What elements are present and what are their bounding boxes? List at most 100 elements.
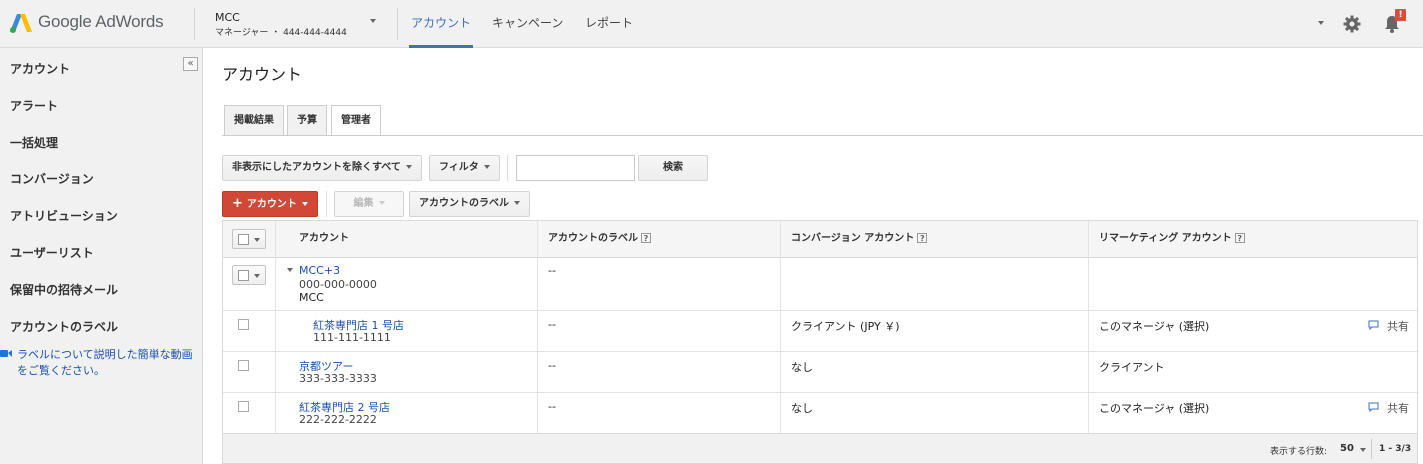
chevron-down-icon[interactable] xyxy=(1318,21,1324,25)
column-divider xyxy=(275,221,276,433)
account-label-value: -- xyxy=(548,400,556,413)
column-divider xyxy=(537,221,538,433)
tab-campaigns[interactable]: キャンペーン xyxy=(490,14,565,48)
chevron-down-icon[interactable] xyxy=(1360,448,1366,452)
page-title: アカウント xyxy=(222,65,303,84)
column-divider xyxy=(1088,221,1089,433)
account-name-link[interactable]: MCC+3 xyxy=(299,264,340,277)
conversion-account-value: なし xyxy=(791,361,813,374)
conversion-account-value: クライアント (JPY ￥) xyxy=(791,320,900,333)
toolbar-divider xyxy=(507,155,508,181)
remarketing-account-value: このマネージャ (選択) xyxy=(1099,320,1210,333)
table-footer: 表示する行数: 50 1 - 3/3 xyxy=(222,434,1418,464)
conversion-account-value: なし xyxy=(791,402,813,415)
account-labels-dropdown[interactable]: アカウントのラベル xyxy=(409,191,530,217)
product-name[interactable]: Google AdWords xyxy=(38,12,164,32)
plus-icon: + xyxy=(232,196,243,211)
account-subtitle[interactable]: マネージャー ・ 444-444-4444 xyxy=(215,25,347,38)
tab-reports[interactable]: レポート xyxy=(583,14,635,48)
footer-divider xyxy=(1371,439,1372,459)
video-camera-icon xyxy=(0,350,12,357)
table-header: アカウント アカウントのラベル? コンバージョン アカウント? リマーケティング… xyxy=(223,221,1417,258)
row-checkbox[interactable] xyxy=(238,319,249,330)
sidebar-item-bulk-operations[interactable]: 一括処理 xyxy=(10,134,58,151)
row-select-checkbox[interactable] xyxy=(232,265,266,285)
accounts-table: アカウント アカウントのラベル? コンバージョン アカウント? リマーケティング… xyxy=(222,220,1418,434)
filter-label: フィルタ xyxy=(439,162,479,173)
column-header-account[interactable]: アカウント xyxy=(299,229,349,244)
account-id: 111-111-1111 xyxy=(313,331,391,344)
comment-icon[interactable] xyxy=(1368,402,1379,412)
chevron-down-icon xyxy=(301,202,308,206)
account-label-value: -- xyxy=(548,264,556,277)
adwords-logo-icon[interactable] xyxy=(10,12,32,34)
account-labels-label: アカウントのラベル xyxy=(419,198,509,209)
help-icon[interactable]: ? xyxy=(641,233,651,243)
hidden-accounts-filter-dropdown[interactable]: 非表示にしたアカウントを除くすべて xyxy=(222,155,422,181)
row-divider xyxy=(223,351,1417,352)
column-header-account-labels[interactable]: アカウントのラベル? xyxy=(548,229,651,244)
subtab-performance[interactable]: 掲載結果 xyxy=(224,105,284,135)
video-help-link-text[interactable]: ラベルについて説明した簡単な動画をご覧ください。 xyxy=(17,347,197,379)
subtab-budget[interactable]: 予算 xyxy=(287,105,327,135)
column-header-label: リマーケティング アカウント xyxy=(1099,233,1232,244)
search-button[interactable]: 検索 xyxy=(638,155,708,181)
sidebar-item-conversions[interactable]: コンバージョン xyxy=(10,170,94,187)
sidebar-item-accounts[interactable]: アカウント xyxy=(10,60,70,77)
gear-icon[interactable] xyxy=(1342,14,1362,34)
column-divider xyxy=(780,221,781,433)
hidden-accounts-filter-label: 非表示にしたアカウントを除くすべて xyxy=(232,162,401,173)
checkbox-icon xyxy=(238,234,249,245)
edit-dropdown[interactable]: 編集 xyxy=(334,191,404,217)
edit-label: 編集 xyxy=(353,198,374,209)
account-id: 333-333-3333 xyxy=(299,372,377,385)
account-id: 000-000-0000 xyxy=(299,278,377,291)
sidebar: アカウント « アラート 一括処理 コンバージョン アトリビューション ユーザー… xyxy=(0,48,203,464)
subtab-divider xyxy=(222,135,1423,136)
checkbox-icon xyxy=(238,270,249,281)
row-divider xyxy=(223,310,1417,311)
search-input[interactable] xyxy=(516,155,635,181)
rows-per-page-select[interactable]: 50 xyxy=(1340,443,1354,454)
sidebar-item-account-labels[interactable]: アカウントのラベル xyxy=(10,318,118,335)
row-divider xyxy=(223,392,1417,393)
chevron-down-icon xyxy=(254,238,260,242)
subtab-managers[interactable]: 管理者 xyxy=(331,105,381,136)
pagination-range: 1 - 3/3 xyxy=(1379,444,1412,454)
column-header-remarketing-account[interactable]: リマーケティング アカウント? xyxy=(1099,229,1245,244)
share-link[interactable]: 共有 xyxy=(1387,318,1409,334)
account-id: 222-222-2222 xyxy=(299,413,377,426)
select-all-checkbox[interactable] xyxy=(232,229,266,249)
share-link[interactable]: 共有 xyxy=(1387,400,1409,416)
sidebar-item-attribution[interactable]: アトリビューション xyxy=(10,207,118,224)
sidebar-item-user-lists[interactable]: ユーザーリスト xyxy=(10,244,94,261)
help-icon[interactable]: ? xyxy=(1234,233,1245,243)
add-account-label: アカウント xyxy=(246,199,297,210)
divider xyxy=(194,8,195,40)
toolbar-divider xyxy=(326,191,327,217)
column-header-conversion-account[interactable]: コンバージョン アカウント? xyxy=(791,229,928,244)
row-checkbox[interactable] xyxy=(238,401,249,412)
account-name[interactable]: MCC xyxy=(215,11,240,24)
remarketing-account-value: このマネージャ (選択) xyxy=(1099,402,1210,415)
filter-dropdown[interactable]: フィルタ xyxy=(429,155,500,181)
chevron-down-icon xyxy=(378,201,385,205)
chevron-down-icon[interactable] xyxy=(370,19,376,23)
column-header-label: アカウントのラベル xyxy=(548,233,638,244)
sidebar-item-pending-invitations[interactable]: 保留中の招待メール xyxy=(10,281,118,298)
sidebar-item-alerts[interactable]: アラート xyxy=(10,97,58,114)
collapse-sidebar-button[interactable]: « xyxy=(183,57,198,71)
account-type: MCC xyxy=(299,291,324,304)
tab-accounts[interactable]: アカウント xyxy=(409,14,474,48)
remarketing-account-value: クライアント xyxy=(1099,361,1165,374)
account-label-value: -- xyxy=(548,359,556,372)
account-label-value: -- xyxy=(548,318,556,331)
expand-caret-icon[interactable] xyxy=(287,268,293,272)
notification-badge[interactable]: ! xyxy=(1395,9,1406,21)
row-checkbox[interactable] xyxy=(238,360,249,371)
comment-icon[interactable] xyxy=(1368,320,1379,330)
add-account-button[interactable]: + アカウント xyxy=(222,191,318,217)
column-header-label: コンバージョン アカウント xyxy=(791,233,915,244)
chevron-down-icon xyxy=(483,165,490,169)
help-icon[interactable]: ? xyxy=(917,233,928,243)
